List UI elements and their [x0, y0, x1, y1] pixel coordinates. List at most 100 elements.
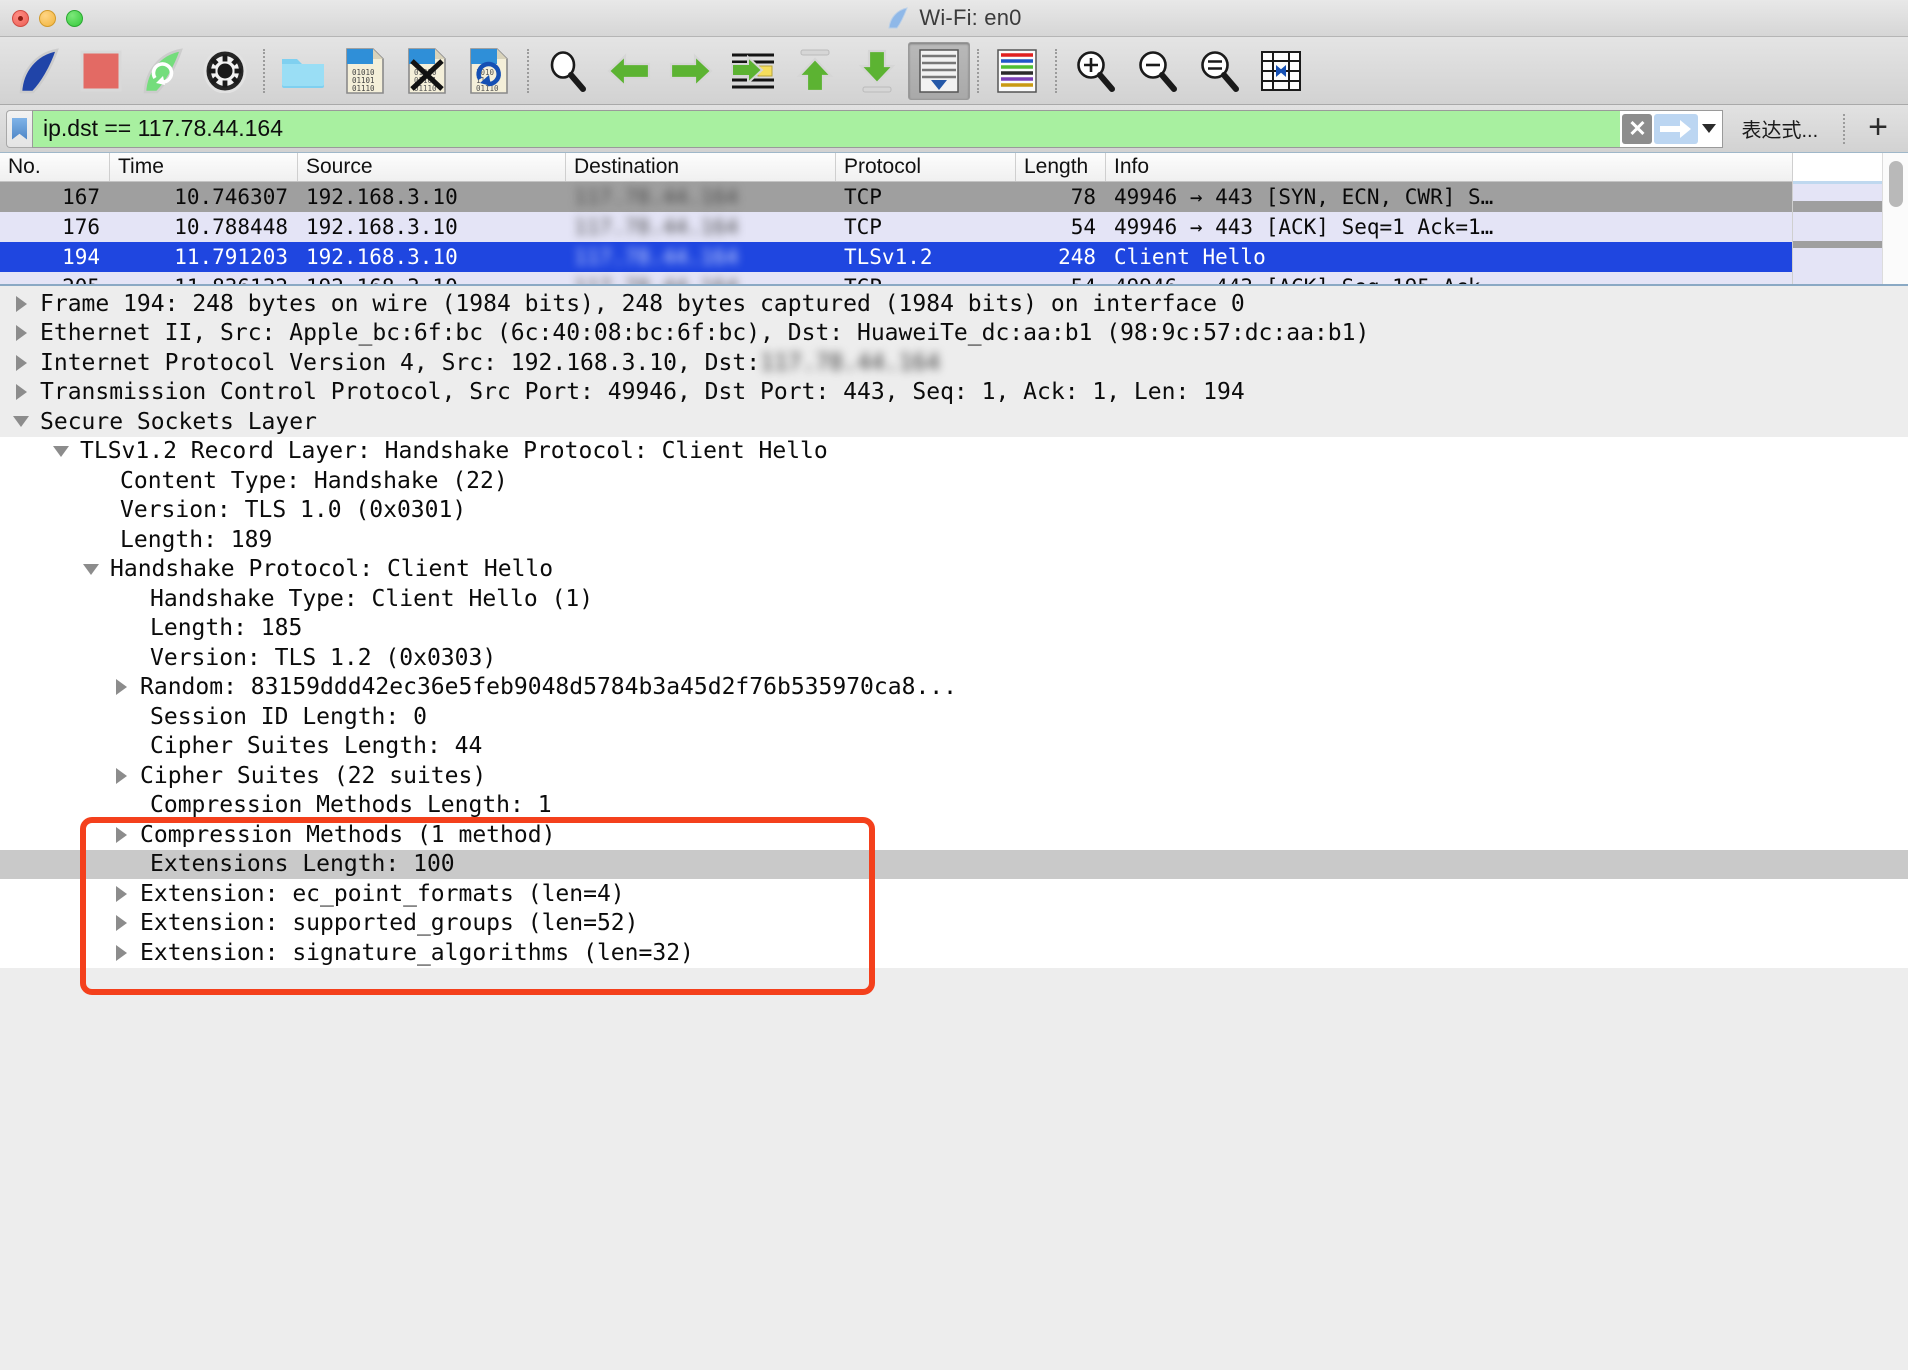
close-file-button[interactable]: 01010 01101 01110 [396, 42, 458, 100]
display-filter-input[interactable]: ip.dst == 117.78.44.164 [33, 115, 1620, 142]
folder-icon [282, 58, 324, 88]
display-filter-input-wrap[interactable]: ip.dst == 117.78.44.164 ✕ [32, 109, 1724, 148]
detail-row[interactable]: Handshake Type: Client Hello (1) [0, 584, 1908, 614]
close-button[interactable] [12, 9, 29, 27]
column-header-time[interactable]: Time [110, 153, 298, 181]
svg-text:01110: 01110 [476, 84, 499, 93]
minimize-button[interactable] [39, 9, 56, 27]
twisty-right-icon[interactable] [108, 826, 134, 843]
start-capture-button[interactable] [8, 42, 70, 100]
table-row-selected[interactable]: 194 11.791203 192.168.3.10 117.78.44.164… [0, 242, 1792, 272]
detail-row-extension[interactable]: Extension: ec_point_formats (len=4) [0, 879, 1908, 909]
detail-row[interactable]: Frame 194: 248 bytes on wire (1984 bits)… [0, 289, 1908, 319]
window-title: Wi-Fi: en0 [919, 5, 1022, 30]
go-forward-button[interactable] [660, 42, 722, 100]
scrollbar-thumb[interactable] [1889, 161, 1903, 207]
detail-row[interactable]: Cipher Suites (22 suites) [0, 761, 1908, 791]
resize-columns-button[interactable] [1250, 42, 1312, 100]
table-row[interactable]: 167 10.746307 192.168.3.10 117.78.44.164… [0, 182, 1792, 212]
column-header-info[interactable]: Info [1106, 153, 1792, 181]
table-row[interactable]: 205 11.836132 192.168.3.10 117.78.44.164… [0, 272, 1792, 284]
svg-text:01110: 01110 [352, 84, 375, 93]
detail-row[interactable]: Ethernet II, Src: Apple_bc:6f:bc (6c:40:… [0, 319, 1908, 349]
detail-row[interactable]: Internet Protocol Version 4, Src: 192.16… [0, 348, 1908, 378]
save-file-button[interactable]: 01010 01101 01110 [334, 42, 396, 100]
twisty-down-icon[interactable] [48, 445, 74, 457]
column-header-no[interactable]: No. [0, 153, 110, 181]
colorize-icon [997, 48, 1037, 93]
column-header-length[interactable]: Length [1016, 153, 1106, 181]
twisty-down-icon[interactable] [78, 563, 104, 575]
cell-time: 10.788448 [174, 215, 288, 239]
twisty-right-icon[interactable] [108, 679, 134, 696]
twisty-right-icon[interactable] [8, 295, 34, 312]
column-header-protocol[interactable]: Protocol [836, 153, 1016, 181]
detail-row[interactable]: Compression Methods (1 method) [0, 820, 1908, 850]
cell-destination: 117.78.44.164 [566, 272, 836, 284]
auto-scroll-icon [919, 48, 959, 93]
detail-row[interactable]: TLSv1.2 Record Layer: Handshake Protocol… [0, 436, 1908, 466]
detail-row[interactable]: Content Type: Handshake (22) [0, 466, 1908, 496]
auto-scroll-button[interactable] [908, 41, 970, 100]
detail-row-label: Extension: supported_groups (len=52) [140, 910, 639, 937]
twisty-right-icon[interactable] [8, 354, 34, 371]
restart-capture-button[interactable] [132, 42, 194, 100]
detail-row[interactable]: Cipher Suites Length: 44 [0, 731, 1908, 761]
detail-row[interactable]: Length: 189 [0, 525, 1908, 555]
cell-source: 192.168.3.10 [306, 215, 458, 239]
colorize-button[interactable] [986, 42, 1048, 100]
shark-fin-restart-icon [143, 47, 183, 93]
detail-row-label: Length: 185 [150, 615, 303, 642]
detail-row[interactable]: Transmission Control Protocol, Src Port:… [0, 378, 1908, 408]
column-header-destination[interactable]: Destination [566, 153, 836, 181]
detail-row[interactable]: Handshake Protocol: Client Hello [0, 554, 1908, 584]
detail-row[interactable]: Random: 83159ddd42ec36e5feb9048d5784b3a4… [0, 672, 1908, 702]
twisty-right-icon[interactable] [108, 767, 134, 784]
column-header-source[interactable]: Source [298, 153, 566, 181]
detail-row[interactable]: Version: TLS 1.0 (0x0301) [0, 495, 1908, 525]
zoom-out-icon [1139, 50, 1177, 92]
detail-row[interactable]: Version: TLS 1.2 (0x0303) [0, 643, 1908, 673]
filter-history-button[interactable] [1698, 114, 1720, 144]
filter-bookmark-button[interactable] [6, 109, 32, 148]
table-row[interactable]: 176 10.788448 192.168.3.10 117.78.44.164… [0, 212, 1792, 242]
packet-list-scrollbar[interactable] [1882, 153, 1908, 284]
add-filter-button[interactable]: + [1852, 110, 1902, 148]
detail-row-ssl[interactable]: Secure Sockets Layer [0, 407, 1908, 437]
detail-row-extension[interactable]: Extension: supported_groups (len=52) [0, 908, 1908, 938]
twisty-down-icon[interactable] [8, 416, 34, 428]
packet-list-main[interactable]: No. Time Source Destination Protocol Len… [0, 153, 1792, 284]
go-to-packet-button[interactable] [722, 42, 784, 100]
zoom-out-button[interactable] [1126, 42, 1188, 100]
filter-expression-button[interactable]: 表达式... [1723, 114, 1836, 143]
cell-time: 11.791203 [174, 245, 288, 269]
go-to-last-packet-button[interactable] [846, 42, 908, 100]
stop-capture-button[interactable] [70, 42, 132, 100]
twisty-right-icon[interactable] [8, 325, 34, 342]
detail-row-extension[interactable]: Extension: signature_algorithms (len=32) [0, 938, 1908, 968]
detail-row-selected[interactable]: Extensions Length: 100 [0, 849, 1908, 879]
reload-file-button[interactable]: 1010 110 01110 [458, 42, 520, 100]
zoom-reset-button[interactable] [1188, 42, 1250, 100]
detail-row-label: Cipher Suites (22 suites) [140, 762, 487, 789]
go-back-button[interactable] [598, 42, 660, 100]
zoom-button[interactable] [66, 9, 83, 27]
clear-filter-button[interactable]: ✕ [1622, 113, 1653, 144]
cell-protocol: TLSv1.2 [844, 245, 933, 269]
arrow-up-to-line-icon [796, 49, 834, 92]
capture-options-button[interactable] [194, 42, 256, 100]
go-to-first-packet-button[interactable] [784, 42, 846, 100]
packet-detail-pane[interactable]: Frame 194: 248 bytes on wire (1984 bits)… [0, 286, 1908, 1370]
stop-square-icon [80, 50, 122, 91]
twisty-right-icon[interactable] [108, 915, 134, 932]
detail-row[interactable]: Session ID Length: 0 [0, 702, 1908, 732]
apply-filter-button[interactable] [1654, 113, 1699, 144]
find-packet-button[interactable] [536, 42, 598, 100]
twisty-right-icon[interactable] [8, 384, 34, 401]
open-file-button[interactable] [272, 42, 334, 100]
zoom-in-button[interactable] [1064, 42, 1126, 100]
detail-row[interactable]: Length: 185 [0, 613, 1908, 643]
detail-row[interactable]: Compression Methods Length: 1 [0, 790, 1908, 820]
twisty-right-icon[interactable] [108, 885, 134, 902]
twisty-right-icon[interactable] [108, 944, 134, 961]
